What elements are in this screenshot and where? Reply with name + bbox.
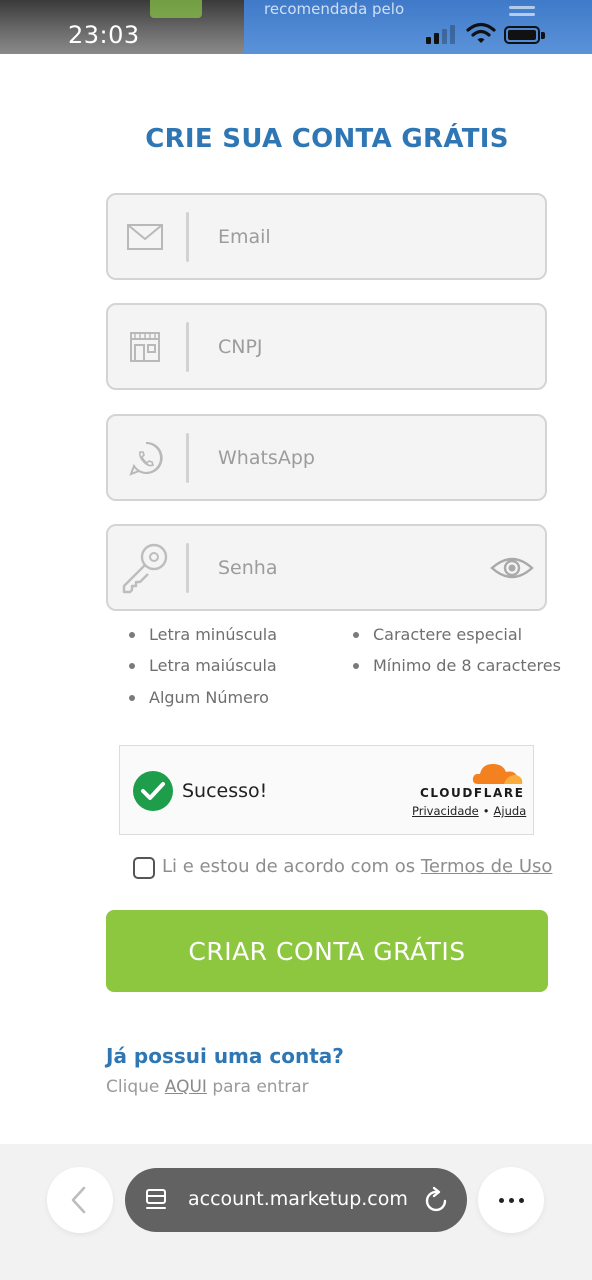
field-divider <box>186 543 189 593</box>
cloudflare-captcha: Sucesso! CLOUDFLARE Privacidade • Ajuda <box>119 745 534 835</box>
login-question: Já possui uma conta? <box>106 1044 344 1068</box>
password-input[interactable] <box>218 550 468 586</box>
whatsapp-field-container[interactable] <box>106 414 547 501</box>
eye-icon[interactable] <box>490 552 534 584</box>
reload-icon[interactable] <box>424 1186 450 1214</box>
cnpj-field-container[interactable] <box>106 303 547 390</box>
terms-prefix: Li e estou de acordo com os <box>162 856 421 877</box>
cloudflare-logo-icon <box>472 764 523 784</box>
page-url: account.marketup.com <box>188 1188 408 1210</box>
more-options-button[interactable] <box>478 1167 544 1233</box>
back-button[interactable] <box>47 1167 113 1233</box>
cellular-signal-icon <box>426 24 458 44</box>
cloudflare-brand: CLOUDFLARE <box>420 786 525 800</box>
create-account-button[interactable]: CRIAR CONTA GRÁTIS <box>106 910 548 992</box>
rule-min-length: Mínimo de 8 caracteres <box>353 656 561 675</box>
login-link[interactable]: AQUI <box>165 1077 207 1097</box>
key-icon <box>122 543 168 594</box>
background-logo-fragment <box>150 0 202 18</box>
status-time: 23:03 <box>68 21 140 49</box>
field-divider <box>186 433 189 483</box>
login-suffix: para entrar <box>206 1077 309 1097</box>
background-menu-icon <box>509 6 535 20</box>
captcha-help-link[interactable]: Ajuda <box>494 804 527 818</box>
more-dot-icon <box>509 1198 514 1203</box>
more-dot-icon <box>499 1198 504 1203</box>
page-menu-icon <box>146 1189 166 1209</box>
email-input[interactable] <box>218 219 518 255</box>
email-field-container[interactable] <box>106 193 547 280</box>
terms-checkbox[interactable] <box>133 857 155 879</box>
chevron-left-icon <box>71 1186 86 1214</box>
envelope-icon <box>127 224 163 250</box>
cnpj-input[interactable] <box>218 329 518 365</box>
battery-tip <box>541 32 545 39</box>
login-line: Clique AQUI para entrar <box>106 1077 309 1097</box>
field-divider <box>186 212 189 262</box>
background-page-text: recomendada pelo <box>264 0 405 18</box>
captcha-link-separator: • <box>482 804 490 818</box>
wifi-icon <box>466 22 496 43</box>
captcha-links: Privacidade • Ajuda <box>412 804 526 818</box>
rule-special: Caractere especial <box>352 625 523 644</box>
whatsapp-icon <box>129 441 163 476</box>
terms-link[interactable]: Termos de Uso <box>421 856 553 877</box>
terms-text: Li e estou de acordo com os Termos de Us… <box>162 856 552 877</box>
field-divider <box>186 322 189 372</box>
more-dot-icon <box>519 1198 524 1203</box>
battery-icon <box>504 26 540 44</box>
password-field-container[interactable] <box>106 524 547 611</box>
rule-uppercase: Letra maiúscula <box>129 656 277 675</box>
page-title: CRIE SUA CONTA GRÁTIS <box>145 124 509 154</box>
address-bar[interactable]: account.marketup.com <box>125 1168 467 1232</box>
captcha-privacy-link[interactable]: Privacidade <box>412 804 479 818</box>
status-bar: recomendada pelo 23:03 <box>0 0 592 54</box>
captcha-status: Sucesso! <box>182 780 268 802</box>
login-prefix: Clique <box>106 1077 165 1097</box>
check-circle-icon <box>133 771 173 811</box>
rule-lowercase: Letra minúscula <box>128 625 278 644</box>
store-icon <box>130 332 160 362</box>
rule-number: Algum Número <box>129 688 269 707</box>
whatsapp-input[interactable] <box>218 440 518 476</box>
